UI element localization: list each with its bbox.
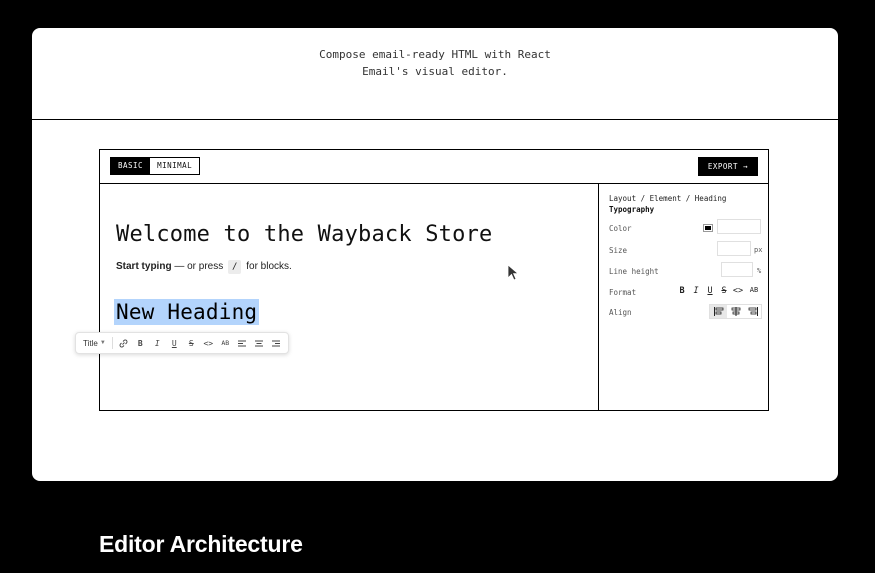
divider — [32, 119, 838, 120]
color-label: Color — [609, 224, 632, 233]
text-align-center-icon — [255, 340, 264, 346]
section-heading: Editor Architecture — [99, 531, 303, 557]
format-underline-button[interactable]: U — [703, 286, 717, 296]
intro-line-2: Email's visual editor. — [362, 65, 508, 78]
align-right-button[interactable] — [744, 305, 761, 318]
slash-key: / — [228, 260, 242, 274]
link-button[interactable] — [115, 339, 132, 348]
size-label: Size — [609, 246, 628, 255]
text-align-right-icon — [272, 340, 281, 346]
intro-text: Compose email-ready HTML with React Emai… — [32, 46, 838, 80]
code-button[interactable]: <> — [200, 339, 217, 348]
hint-middle: — or press — [171, 261, 227, 272]
align-center-toolbar-button[interactable] — [251, 340, 268, 347]
email-heading[interactable]: Welcome to the Wayback Store — [116, 222, 492, 247]
color-field[interactable] — [717, 219, 761, 234]
block-type-label: Title — [83, 338, 98, 348]
line-height-label: Line height — [609, 267, 659, 276]
align-right-icon — [748, 307, 758, 316]
editor-topbar: BASIC MINIMAL EXPORT → — [100, 150, 768, 184]
size-unit: px — [754, 246, 763, 254]
format-caps-button[interactable]: AB — [747, 286, 761, 294]
demo-card: Compose email-ready HTML with React Emai… — [32, 28, 838, 481]
align-group — [709, 304, 762, 319]
align-right-toolbar-button[interactable] — [268, 340, 285, 347]
hint-end: for blocks. — [243, 261, 292, 272]
uppercase-button[interactable]: AB — [217, 339, 234, 347]
align-label: Align — [609, 308, 632, 317]
align-left-button[interactable] — [710, 305, 727, 318]
export-button[interactable]: EXPORT → — [697, 157, 758, 176]
intro-line-1: Compose email-ready HTML with React — [319, 48, 551, 61]
format-bold-button[interactable]: B — [675, 286, 689, 296]
line-height-unit: % — [757, 267, 762, 275]
mouse-cursor-icon — [507, 264, 520, 281]
properties-panel: Layout / Element / Heading Typography Co… — [598, 184, 768, 410]
italic-button[interactable]: I — [149, 339, 166, 348]
align-center-icon — [731, 307, 740, 316]
align-left-toolbar-button[interactable] — [234, 340, 251, 347]
size-field[interactable] — [717, 241, 751, 256]
block-type-dropdown[interactable]: Title ▼ — [76, 339, 112, 348]
strikethrough-button[interactable]: S — [183, 339, 200, 348]
align-center-button[interactable] — [727, 305, 744, 318]
line-height-field[interactable] — [721, 262, 753, 277]
hint-bold: Start typing — [116, 261, 172, 272]
align-left-icon — [713, 307, 723, 316]
selected-heading[interactable]: New Heading — [114, 299, 260, 325]
bubble-toolbar: Title ▼ B I U S <> AB — [75, 332, 289, 354]
section-title: Typography — [609, 205, 655, 214]
text-align-left-icon — [238, 340, 247, 346]
toolbar-divider — [111, 337, 113, 349]
typing-hint[interactable]: Start typing — or press / for blocks. — [116, 260, 292, 274]
format-strike-button[interactable]: S — [717, 286, 731, 296]
format-label: Format — [609, 288, 637, 297]
mode-basic[interactable]: BASIC — [111, 158, 151, 174]
chevron-down-icon: ▼ — [99, 340, 106, 346]
mode-switcher: BASIC MINIMAL — [110, 157, 201, 175]
underline-button[interactable]: U — [166, 339, 183, 348]
format-code-button[interactable]: <> — [731, 286, 745, 296]
editor-canvas[interactable]: Welcome to the Wayback Store Start typin… — [100, 184, 598, 410]
breadcrumb: Layout / Element / Heading — [609, 194, 727, 203]
mode-minimal[interactable]: MINIMAL — [150, 158, 199, 174]
color-swatch[interactable] — [703, 224, 713, 232]
link-icon — [119, 339, 128, 347]
format-italic-button[interactable]: I — [689, 286, 703, 296]
bold-button[interactable]: B — [132, 339, 149, 348]
email-editor: BASIC MINIMAL EXPORT → Welcome to the Wa… — [99, 149, 769, 411]
